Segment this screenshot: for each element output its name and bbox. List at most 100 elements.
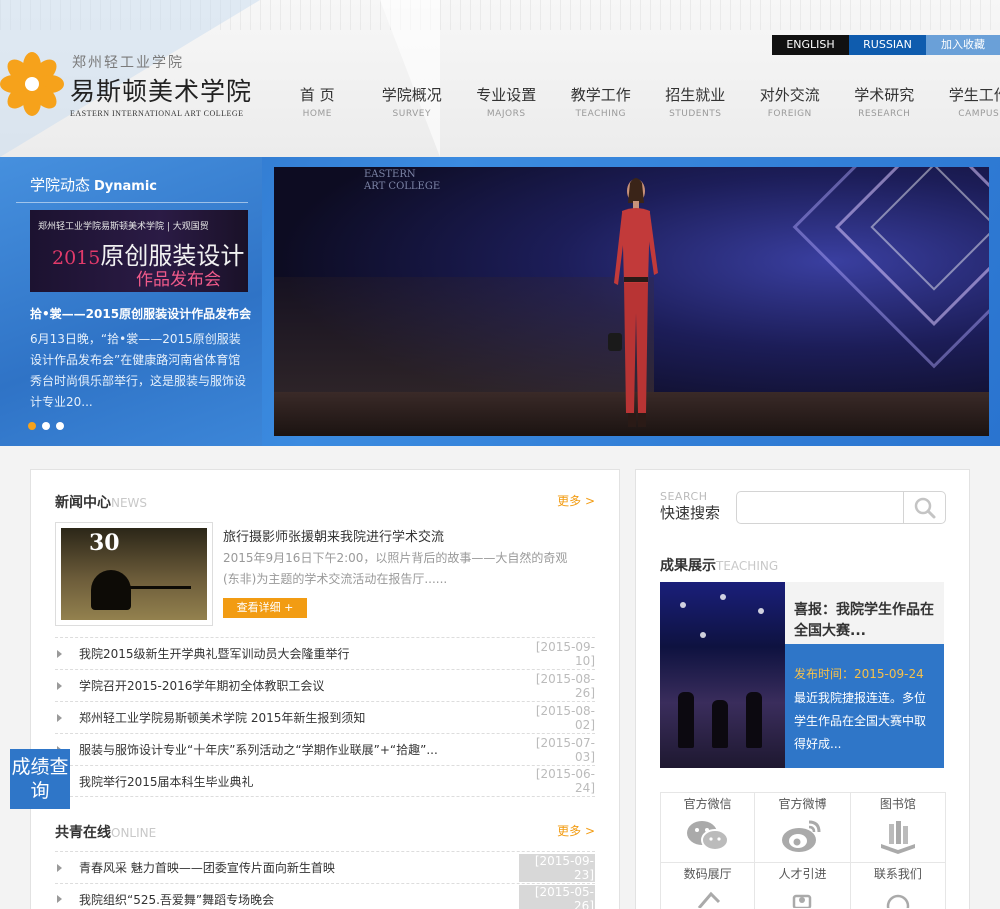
featured-news-image[interactable]: 30 (55, 522, 213, 626)
divider (16, 202, 248, 203)
nav-majors[interactable]: 专业设置 MAJORS (459, 84, 554, 119)
youth-item-date: [2015-05-26] (519, 885, 595, 909)
news-list-item[interactable]: 郑州轻工业学院易斯顿美术学院 2015年新生报到须知 [2015-08-02] (55, 701, 595, 733)
dynamic-title: 学院动态 Dynamic (30, 174, 157, 195)
view-detail-button[interactable]: 查看详细 + (223, 598, 307, 618)
score-query-button[interactable]: 成绩查询 (10, 749, 70, 809)
youth-item-date: [2015-09-23] (519, 853, 595, 882)
nav-label-en: SURVEY (392, 109, 431, 119)
news-panel: 新闻中心 NEWS 更多 > 30 旅行摄影师张援朝来我院进行学术交流 2015年… (30, 469, 620, 909)
nav-home[interactable]: 首 页 HOME (270, 84, 365, 119)
quick-link-library[interactable]: 图书馆 (850, 793, 946, 863)
nav-survey[interactable]: 学院概况 SURVEY (365, 84, 460, 119)
slider-dot[interactable] (56, 422, 64, 430)
bullet-arrow-icon (57, 681, 62, 690)
search-box (736, 491, 946, 524)
news-item-date: [2015-09-10] (535, 639, 595, 668)
stage-light (758, 608, 764, 614)
bullet-arrow-icon (57, 713, 62, 722)
nav-label-en: CAMPUS (958, 109, 1000, 119)
stage-light (680, 602, 686, 608)
stage-light (720, 594, 726, 600)
quick-link-talent[interactable]: 人才引进 (755, 863, 851, 909)
dynamic-news-image[interactable]: 郑州轻工业学院易斯顿美术学院 | 大观国贸 2015原创服装设计 作品发布会 (30, 210, 248, 292)
news-item-title[interactable]: 我院2015级新生开学典礼暨军训动员大会隆重举行 (79, 645, 519, 662)
quick-link-contact[interactable]: 联系我们 (851, 863, 946, 909)
youth-more-link[interactable]: 更多 > (557, 822, 595, 839)
achievement-award-photo[interactable] (660, 582, 785, 768)
achievement-publish-time: 发布时间：2015-09-24 (794, 667, 924, 681)
search-label-cn: 快速搜索 (660, 504, 721, 522)
english-link[interactable]: ENGLISH (772, 35, 849, 55)
youth-title-en: ONLINE (111, 826, 157, 840)
quick-link-gallery[interactable]: 数码展厅 (660, 863, 756, 909)
news-item-title[interactable]: 郑州轻工业学院易斯顿美术学院 2015年新生报到须知 (79, 709, 519, 726)
college-logo[interactable]: 郑州轻工业学院 易斯顿美术学院 EASTERN INTERNATIONAL AR… (0, 52, 252, 118)
search-input[interactable] (745, 498, 895, 518)
achievement-title-cn: 成果展示 (660, 558, 716, 574)
news-list-item[interactable]: 我院举行2015届本科生毕业典礼 [2015-06-24] (55, 765, 595, 797)
camera-lens-silhouette (121, 586, 191, 589)
dynamic-title-en: Dynamic (94, 179, 158, 194)
achievement-title-en: TEACHING (716, 559, 779, 573)
achievement-card-title[interactable]: 喜报：我院学生作品在全国大赛... (794, 600, 944, 642)
hero-fashion-show-image[interactable]: EASTERN ART COLLEGE (274, 167, 989, 436)
site-header: ENGLISH RUSSIAN 加入收藏 郑州轻工业学院 易斯顿美术学院 EAS… (0, 0, 1000, 157)
magnifier-icon (914, 497, 936, 519)
quick-links-grid: 官方微信 官方微博 图书馆 数码展厅 人才引进 联系我们 (660, 792, 946, 909)
photographer-silhouette (91, 570, 131, 610)
news-item-title[interactable]: 我院举行2015届本科生毕业典礼 (79, 773, 519, 790)
add-favorite-link[interactable]: 加入收藏 (926, 35, 1000, 55)
youth-item-title[interactable]: 青春风采 魅力首映——团委宣传片面向新生首映 (79, 859, 519, 876)
wechat-icon (686, 821, 729, 851)
youth-list-item[interactable]: 我院组织“525.吾爱舞”舞蹈专场晚会 [2015-05-26] (55, 883, 595, 909)
news-list-item[interactable]: 学院召开2015-2016学年期初全体教职工会议 [2015-08-26] (55, 669, 595, 701)
youth-list: 青春风采 魅力首映——团委宣传片面向新生首映 [2015-09-23] 我院组织… (55, 851, 595, 909)
quick-link-label: 联系我们 (873, 867, 922, 881)
talent-icon (793, 894, 812, 908)
nav-students[interactable]: 招生就业 STUDENTS (648, 84, 743, 119)
slider-dot[interactable] (28, 422, 36, 430)
news-item-date: [2015-07-03] (535, 735, 595, 764)
nav-campus[interactable]: 学生工作 CAMPUS (932, 84, 1000, 119)
news-item-date: [2015-08-26] (535, 671, 595, 700)
bullet-arrow-icon (57, 895, 62, 903)
featured-news-title[interactable]: 旅行摄影师张援朝来我院进行学术交流 (223, 526, 444, 545)
youth-list-item[interactable]: 青春风采 魅力首映——团委宣传片面向新生首映 [2015-09-23] (55, 851, 595, 883)
achievement-desc: 最近我院捷报连连。多位学生作品在全国大赛中取得好成... (794, 691, 927, 751)
top-buttons: ENGLISH RUSSIAN 加入收藏 (772, 35, 1000, 55)
image-caption-year: 2015 (52, 247, 101, 269)
youth-title-cn: 共青在线 (55, 825, 111, 841)
dynamic-headline[interactable]: 拾•裳——2015原创服装设计作品发布会 (30, 305, 251, 322)
news-list: 我院2015级新生开学典礼暨军训动员大会隆重举行 [2015-09-10] 学院… (55, 637, 595, 797)
logo-english-name: EASTERN INTERNATIONAL ART COLLEGE (70, 109, 244, 118)
banner: 学院动态 Dynamic 郑州轻工业学院易斯顿美术学院 | 大观国贸 2015原创… (0, 157, 1000, 446)
award-winner-figure (678, 692, 694, 748)
nav-label-en: RESEARCH (858, 109, 911, 119)
main-nav: 首 页 HOME 学院概况 SURVEY 专业设置 MAJORS 教学工作 TE… (270, 84, 1000, 119)
russian-link[interactable]: RUSSIAN (849, 35, 926, 55)
youth-item-title[interactable]: 我院组织“525.吾爱舞”舞蹈专场晚会 (79, 891, 519, 908)
nav-research[interactable]: 学术研究 RESEARCH (837, 84, 932, 119)
news-more-link[interactable]: 更多 > (557, 492, 595, 509)
news-item-title[interactable]: 学院召开2015-2016学年期初全体教职工会议 (79, 677, 519, 694)
bullet-arrow-icon (57, 649, 62, 658)
nav-teaching[interactable]: 教学工作 TEACHING (554, 84, 649, 119)
nav-foreign[interactable]: 对外交流 FOREIGN (743, 84, 838, 119)
nav-label-cn: 招生就业 (665, 86, 726, 104)
dynamic-title-cn: 学院动态 (30, 176, 91, 194)
bullet-arrow-icon (57, 863, 62, 872)
quick-link-weibo[interactable]: 官方微博 (755, 793, 851, 863)
news-list-item[interactable]: 服装与服饰设计专业“十年庆”系列活动之“学期作业联展”+“拾趣”... [201… (55, 733, 595, 765)
logo-college-name: 易斯顿美术学院 (70, 77, 253, 106)
slider-dot[interactable] (42, 422, 50, 430)
image-caption-sub: 作品发布会 (136, 270, 221, 290)
sidebar-panel: SEARCH 快速搜索 成果展示 TEACHING 喜报：我院学生作品在全国大赛.… (635, 469, 970, 909)
nav-label-cn: 教学工作 (570, 86, 631, 104)
search-button[interactable] (903, 492, 945, 523)
nav-label-en: MAJORS (486, 109, 526, 119)
logo-university-name: 郑州轻工业学院 (72, 55, 184, 71)
news-item-title[interactable]: 服装与服饰设计专业“十年庆”系列活动之“学期作业联展”+“拾趣”... (79, 741, 519, 758)
news-list-item[interactable]: 我院2015级新生开学典礼暨军训动员大会隆重举行 [2015-09-10] (55, 637, 595, 669)
quick-link-wechat[interactable]: 官方微信 (660, 793, 756, 863)
